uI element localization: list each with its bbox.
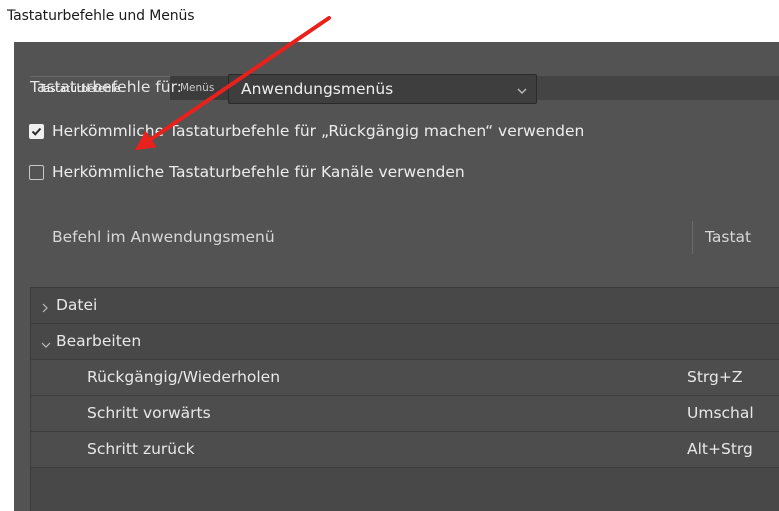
chevron-right-icon[interactable] <box>40 300 50 318</box>
command-label: Rückgängig/Wiederholen <box>87 368 281 386</box>
column-header-shortcut[interactable]: Tastat <box>705 228 751 246</box>
tree-command-row[interactable]: Rückgängig/Wiederholen Strg+Z <box>31 360 779 396</box>
column-divider[interactable] <box>692 221 693 254</box>
shortcuts-for-label: Tastaturbefehle für: <box>30 78 182 96</box>
shortcuts-for-select[interactable]: Anwendungsmenüs <box>228 74 537 104</box>
tree-group-bearbeiten[interactable]: Bearbeiten <box>31 324 779 360</box>
tree-group-datei[interactable]: Datei <box>31 288 779 324</box>
chevron-down-icon <box>516 83 528 101</box>
shortcuts-for-value: Anwendungsmenüs <box>241 80 394 98</box>
tree-group-label: Bearbeiten <box>56 332 142 350</box>
column-header-command[interactable]: Befehl im Anwendungsmenü <box>52 228 275 246</box>
legacy-undo-label: Herkömmliche Tastaturbefehle für „Rückgä… <box>52 122 585 140</box>
tree-group-label: Datei <box>56 296 98 314</box>
legacy-channels-option[interactable]: Herkömmliche Tastaturbefehle für Kanäle … <box>29 163 465 181</box>
shortcut-value[interactable]: Alt+Strg <box>687 440 753 458</box>
window-caption: Tastaturbefehle und Menüs <box>7 8 195 24</box>
shortcut-value[interactable]: Strg+Z <box>687 368 742 386</box>
tree-command-row[interactable]: Schritt vorwärts Umschal <box>31 396 779 432</box>
legacy-undo-option[interactable]: Herkömmliche Tastaturbefehle für „Rückgä… <box>29 122 584 140</box>
shortcut-value[interactable]: Umschal <box>687 404 754 422</box>
checkmark-icon <box>31 127 42 136</box>
chevron-down-icon[interactable] <box>40 336 52 354</box>
legacy-undo-checkbox[interactable] <box>29 123 44 139</box>
command-label: Schritt vorwärts <box>87 404 211 422</box>
legacy-channels-checkbox[interactable] <box>29 164 44 180</box>
legacy-channels-label: Herkömmliche Tastaturbefehle für Kanäle … <box>52 163 465 181</box>
tree-command-row[interactable]: Schritt zurück Alt+Strg <box>31 432 779 468</box>
command-label: Schritt zurück <box>87 440 195 458</box>
command-tree: Datei Bearbeiten Rückgängig/Wiederholen … <box>30 287 779 511</box>
